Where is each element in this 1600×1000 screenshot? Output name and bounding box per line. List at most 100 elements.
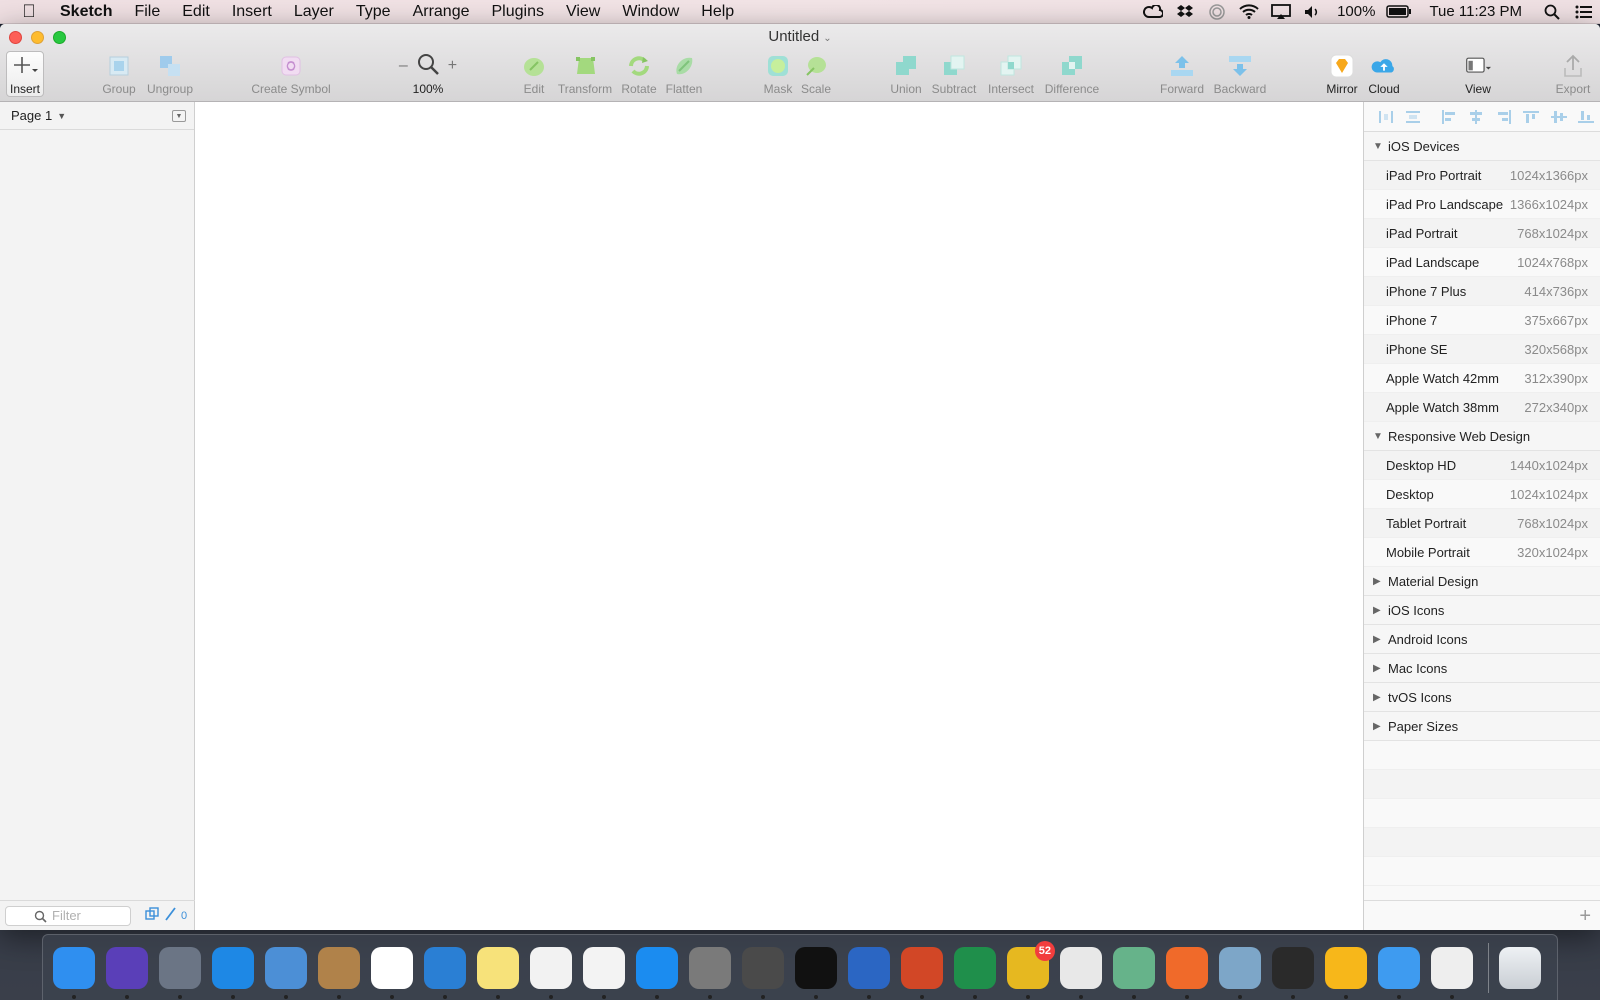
spotlight-search-icon[interactable] [1536,0,1568,24]
transform-button[interactable]: Transform [555,46,615,102]
artboard-preset-item[interactable]: iPad Pro Portrait 1024x1366px [1364,161,1600,190]
keynote-icon[interactable] [424,946,466,999]
outlook-icon[interactable]: 52 [1007,940,1055,999]
align-left-icon[interactable] [1435,107,1463,127]
airplay-icon[interactable] [1265,0,1297,24]
menu-view[interactable]: View [555,3,611,21]
difference-button[interactable]: Difference [1042,46,1102,102]
menu-layer[interactable]: Layer [283,3,345,21]
calendar-icon[interactable] [371,946,413,999]
reminders-icon[interactable] [530,946,572,999]
photos-icon[interactable] [583,946,625,999]
artboard-preset-item[interactable]: Tablet Portrait 768x1024px [1364,509,1600,538]
sketch-tool-icon[interactable] [1166,946,1208,999]
menu-type[interactable]: Type [345,3,402,21]
subtract-button[interactable]: Subtract [928,46,980,102]
align-right-icon[interactable] [1490,107,1518,127]
align-vertical-center-icon[interactable] [1545,107,1573,127]
artboard-preset-item[interactable]: Apple Watch 38mm 272x340px [1364,393,1600,422]
artboard-preset-item[interactable]: Desktop HD 1440x1024px [1364,451,1600,480]
wifi-icon[interactable] [1233,0,1265,24]
backward-button[interactable]: Backward [1209,46,1271,102]
add-preset-icon[interactable]: + [1579,905,1591,928]
union-button[interactable]: Union [886,46,926,102]
menu-file[interactable]: File [123,3,171,21]
contacts-icon[interactable] [318,946,360,999]
preset-group-header[interactable]: ▶ iOS Icons [1364,596,1600,625]
artboard-preset-item[interactable]: iPhone 7 375x667px [1364,306,1600,335]
dropbox-icon[interactable] [1169,0,1201,24]
group-button[interactable]: Group [98,46,140,102]
creative-cloud-icon[interactable] [1137,0,1169,24]
artboard-preset-item[interactable]: iPad Pro Landscape 1366x1024px [1364,190,1600,219]
preset-group-header[interactable]: ▼ iOS Devices [1364,132,1600,161]
menu-help[interactable]: Help [690,3,745,21]
excel-icon[interactable] [954,946,996,999]
app-store-icon[interactable] [636,946,678,999]
slice-knife-icon[interactable] [164,907,176,924]
preview-icon[interactable] [1219,946,1261,999]
page-selector[interactable]: Page 1 ▼ ▼ [0,102,194,130]
create-symbol-button[interactable]: Create Symbol [248,46,334,102]
collapse-pages-icon[interactable]: ▼ [172,110,186,122]
edit-button[interactable]: Edit [514,46,554,102]
mask-button[interactable]: Mask [758,46,798,102]
menu-arrange[interactable]: Arrange [402,3,481,21]
zoom-out-button[interactable]: – [399,57,408,75]
mail-icon[interactable] [265,946,307,999]
align-top-icon[interactable] [1517,107,1545,127]
system-preferences-icon[interactable] [689,946,731,999]
safari-icon[interactable] [212,946,254,999]
distribute-horizontal-icon[interactable] [1372,107,1400,127]
launchpad-icon[interactable] [159,946,201,999]
apple-menu-icon[interactable]:  [0,1,58,22]
atom-icon[interactable] [1113,946,1155,999]
artboard-preset-item[interactable]: iPhone SE 320x568px [1364,335,1600,364]
preset-group-header[interactable]: ▼ Responsive Web Design [1364,422,1600,451]
volume-icon[interactable] [1297,0,1329,24]
distribute-vertical-icon[interactable] [1400,107,1428,127]
preset-group-header[interactable]: ▶ Mac Icons [1364,654,1600,683]
artboard-preset-item[interactable]: Desktop 1024x1024px [1364,480,1600,509]
powerpoint-icon[interactable] [901,946,943,999]
artboard-preset-item[interactable]: iPhone 7 Plus 414x736px [1364,277,1600,306]
mirror-button[interactable]: Mirror [1322,46,1362,102]
insert-button[interactable]: Insert [6,46,44,102]
menu-plugins[interactable]: Plugins [480,3,554,21]
vectorize-icon[interactable] [1272,946,1314,999]
preset-group-header[interactable]: ▶ Paper Sizes [1364,712,1600,741]
rotate-button[interactable]: Rotate [618,46,660,102]
flatten-button[interactable]: Flatten [662,46,706,102]
zoom-in-button[interactable]: + [448,57,457,75]
cloud-button[interactable]: Cloud [1364,46,1404,102]
terminal-icon[interactable] [795,946,837,999]
menu-window[interactable]: Window [611,3,690,21]
menu-edit[interactable]: Edit [171,3,221,21]
zoom-level[interactable]: 100% [393,82,463,96]
layer-filter-input[interactable]: Filter [5,905,131,926]
notification-center-icon[interactable] [1568,0,1600,24]
document-title[interactable]: Untitled ⌄ [0,28,1600,45]
menu-insert[interactable]: Insert [221,3,283,21]
artboard-preset-item[interactable]: iPad Portrait 768x1024px [1364,219,1600,248]
word-icon[interactable] [848,946,890,999]
intersect-button[interactable]: Intersect [983,46,1039,102]
artboard-preset-item[interactable]: iPad Landscape 1024x768px [1364,248,1600,277]
chrome-icon[interactable] [1060,946,1102,999]
notes-icon[interactable] [477,946,519,999]
preset-group-header[interactable]: ▶ Android Icons [1364,625,1600,654]
export-button[interactable]: Export [1552,46,1594,102]
battery-icon[interactable] [1383,0,1415,24]
siri-icon[interactable] [106,946,148,999]
menu-app-name[interactable]: Sketch [58,3,123,21]
artboard-preset-item[interactable]: Mobile Portrait 320x1024px [1364,538,1600,567]
finder-icon[interactable] [53,946,95,999]
preset-group-header[interactable]: ▶ tvOS Icons [1364,683,1600,712]
ungroup-button[interactable]: Ungroup [143,46,197,102]
canvas[interactable] [196,102,1362,930]
forward-button[interactable]: Forward [1157,46,1207,102]
sublime-text-icon[interactable] [742,946,784,999]
align-bottom-icon[interactable] [1572,107,1600,127]
sketch-icon[interactable] [1325,946,1367,999]
symbols-filter-icon[interactable] [145,907,159,924]
